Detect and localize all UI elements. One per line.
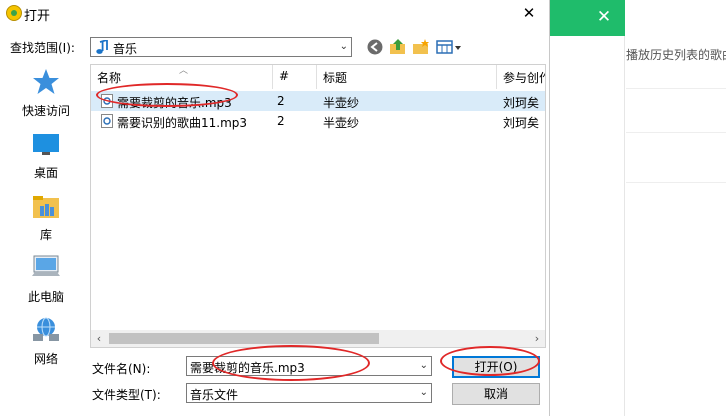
file-name: 需要裁剪的音乐.mp3 [117, 96, 232, 110]
music-note-icon [96, 40, 108, 54]
column-header-label: 名称 [97, 71, 122, 85]
column-header-label: 标题 [323, 71, 348, 85]
column-header-label: # [279, 69, 290, 83]
filetype-label: 文件类型(T): [92, 388, 161, 402]
place-label: 快速访问 [21, 104, 70, 118]
file-title: 半壶纱 [323, 116, 360, 130]
file-track-number: 2 [277, 94, 285, 108]
background-close-icon[interactable]: ✕ [594, 5, 614, 29]
audio-file-icon [101, 114, 113, 128]
scrollbar-thumb[interactable] [109, 333, 379, 344]
library-folder-icon [33, 196, 59, 218]
background-row-divider [626, 132, 726, 133]
chevron-down-icon: ⌄ [339, 41, 348, 52]
look-in-dropdown[interactable]: 音乐 ⌄ [90, 37, 352, 57]
look-in-label: 查找范围(I): [10, 41, 75, 55]
place-label: 此电脑 [27, 290, 64, 304]
column-header-artist[interactable]: 参与创作 [497, 65, 545, 89]
open-file-dialog: 打开 ✕ 查找范围(I): 音乐 ⌄ 快速访问 桌面 库 此电脑 网络 名称 ︿… [0, 0, 550, 416]
star-icon [33, 69, 59, 94]
app-logo-icon [6, 5, 22, 21]
new-folder-icon[interactable] [412, 38, 430, 56]
places-bar: 快速访问 桌面 库 此电脑 网络 [8, 64, 84, 380]
background-row-divider [626, 88, 726, 89]
look-in-value: 音乐 [113, 42, 138, 56]
dialog-title: 打开 [24, 9, 51, 24]
file-title: 半壶纱 [323, 96, 360, 110]
column-header-title[interactable]: 标题 [317, 65, 497, 89]
audio-file-icon [101, 94, 113, 108]
network-icon [33, 317, 59, 341]
place-label: 桌面 [33, 166, 58, 180]
dialog-titlebar: 打开 ✕ [0, 0, 549, 26]
place-label: 库 [39, 228, 52, 242]
column-header-label: 参与创作 [503, 71, 545, 85]
background-row-divider [626, 182, 726, 183]
filename-label: 文件名(N): [92, 362, 151, 376]
column-header-number[interactable]: # [273, 65, 317, 89]
chevron-down-icon[interactable]: ⌄ [420, 360, 428, 371]
place-label: 网络 [33, 352, 58, 366]
computer-icon [32, 255, 60, 276]
background-divider [624, 0, 625, 416]
scroll-right-icon[interactable]: › [529, 330, 545, 347]
horizontal-scrollbar[interactable]: ‹ › [91, 330, 545, 347]
desktop-icon [33, 134, 59, 155]
file-row[interactable]: 需要识别的歌曲11.mp3 2 半壶纱 刘珂矣 [91, 111, 545, 131]
column-header-name[interactable]: 名称 ︿ [91, 65, 273, 89]
scroll-left-icon[interactable]: ‹ [91, 330, 107, 347]
open-button[interactable]: 打开(O) [452, 356, 540, 378]
file-track-number: 2 [277, 114, 285, 128]
cancel-button[interactable]: 取消 [452, 383, 540, 405]
file-artist: 刘珂矣 [503, 96, 540, 110]
up-folder-icon[interactable] [389, 38, 407, 56]
file-list[interactable]: 名称 ︿ # 标题 参与创作 需要裁剪的音乐.mp3 2 半壶纱 刘珂矣 [90, 64, 546, 348]
background-history-text: 播放历史列表的歌曲 [626, 48, 726, 62]
sort-ascending-icon: ︿ [179, 66, 189, 76]
filetype-dropdown[interactable]: 音乐文件 ⌄ [186, 383, 432, 403]
chevron-down-icon: ⌄ [419, 387, 428, 398]
file-artist: 刘珂矣 [503, 116, 540, 130]
filetype-value: 音乐文件 [190, 388, 239, 402]
file-name: 需要识别的歌曲11.mp3 [117, 116, 248, 130]
view-menu-icon[interactable] [436, 38, 462, 56]
filename-input[interactable]: 需要裁剪的音乐.mp3 ⌄ [186, 356, 432, 376]
back-icon[interactable] [366, 38, 384, 56]
filename-value: 需要裁剪的音乐.mp3 [190, 361, 305, 375]
dialog-close-button[interactable]: ✕ [517, 3, 541, 23]
file-row[interactable]: 需要裁剪的音乐.mp3 2 半壶纱 刘珂矣 [91, 91, 545, 111]
